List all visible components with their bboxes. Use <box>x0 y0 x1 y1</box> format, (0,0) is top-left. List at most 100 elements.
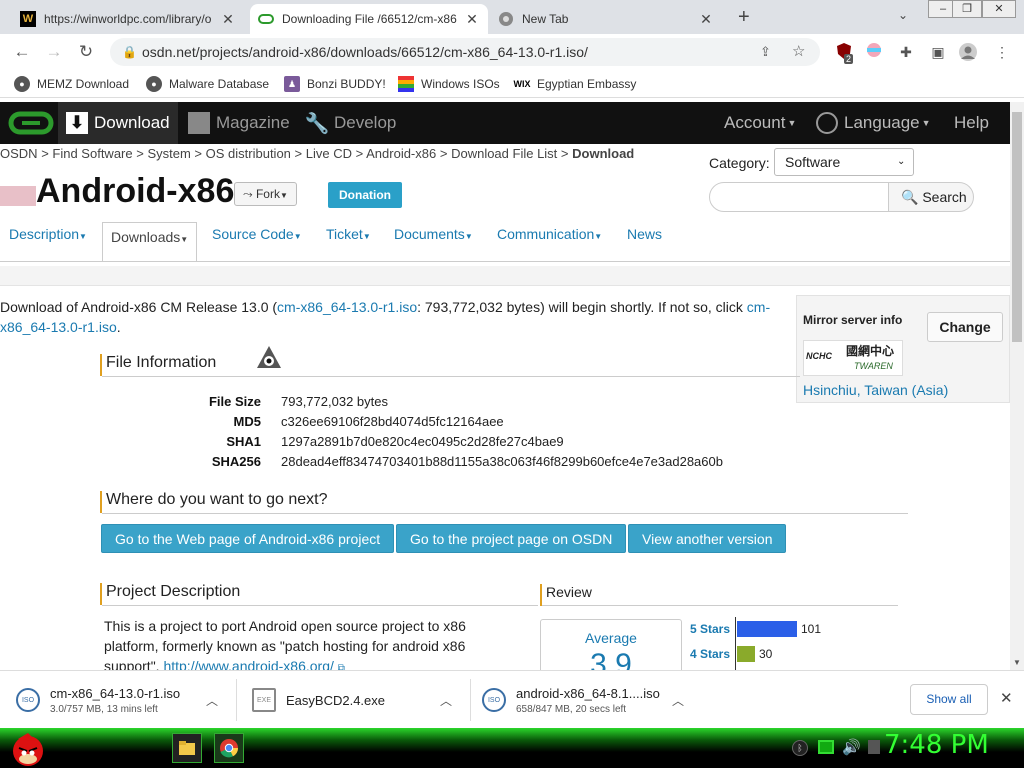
project-description: This is a project to port Android open s… <box>104 616 534 670</box>
close-icon[interactable]: ✕ <box>698 11 714 28</box>
file-link[interactable]: cm-x86_64-13.0-r1.iso <box>277 299 417 315</box>
tab-description[interactable]: Description▼ <box>9 226 87 242</box>
heading-text: Project Description <box>106 583 241 600</box>
new-tab-button[interactable]: + <box>738 6 750 29</box>
nav-account[interactable]: Account ▼ <box>724 102 796 144</box>
download-status: 658/847 MB, 20 secs left <box>516 703 627 715</box>
file-explorer-icon[interactable] <box>172 733 202 763</box>
lock-icon: 🔒 <box>122 45 137 59</box>
breadcrumb-item[interactable]: OSDN <box>0 146 38 161</box>
breadcrumb-item[interactable]: Find Software <box>52 146 132 161</box>
volume-icon[interactable]: 🔊 <box>842 738 861 756</box>
rating-label[interactable]: 5 Stars <box>690 622 730 636</box>
download-shelf: ISO cm-x86_64-13.0-r1.iso 3.0/757 MB, 13 … <box>0 670 1024 728</box>
bookmark-label: Bonzi BUDDY! <box>307 77 386 91</box>
page-scrollbar[interactable]: ▼ <box>1010 102 1024 670</box>
nav-develop[interactable]: 🔧 Develop <box>305 102 397 144</box>
change-mirror-button[interactable]: Change <box>927 312 1003 342</box>
forward-button[interactable]: → <box>42 40 66 64</box>
tab-documents[interactable]: Documents▼ <box>394 226 473 242</box>
goto-web-page-button[interactable]: Go to the Web page of Android-x86 projec… <box>101 524 395 553</box>
close-icon[interactable]: ✕ <box>220 11 236 28</box>
fork-button[interactable]: ⤳ Fork▼ <box>234 182 297 206</box>
rating-label[interactable]: 4 Stars <box>690 647 730 661</box>
tab-source-code[interactable]: Source Code▼ <box>212 226 302 242</box>
breadcrumb-item[interactable]: Live CD <box>306 146 352 161</box>
bookmark-label: Malware Database <box>169 77 270 91</box>
tray-icon[interactable]: ᛒ <box>792 740 808 756</box>
taskbar-clock[interactable]: 7:48 PM <box>884 730 989 760</box>
mirror-title: Mirror server info <box>803 313 903 327</box>
download-item[interactable]: EXE EasyBCD2.4.exe ︿ <box>252 671 462 729</box>
description-line: support". <box>104 658 160 670</box>
caret-down-icon: ▼ <box>921 118 931 128</box>
puzzle-icon[interactable]: ✚ <box>896 42 916 62</box>
chevron-up-icon[interactable]: ︿ <box>672 692 684 709</box>
file-info-heading: File Information <box>100 354 800 376</box>
chrome-taskbar-icon[interactable] <box>214 733 244 763</box>
tab-new[interactable]: New Tab ✕ <box>490 4 722 34</box>
nav-label: Magazine <box>216 113 290 132</box>
project-website-link[interactable]: http://www.android-x86.org/ <box>163 658 333 670</box>
menu-icon[interactable]: ⋮ <box>992 42 1012 62</box>
close-icon[interactable]: ✕ <box>464 11 480 28</box>
search-input[interactable] <box>709 182 889 212</box>
bookmark-item[interactable]: ● MEMZ Download <box>14 75 129 93</box>
back-button[interactable]: ← <box>10 40 34 64</box>
search-button[interactable]: 🔍 Search <box>888 182 974 212</box>
nav-language[interactable]: Language ▼ <box>816 102 931 144</box>
chevron-up-icon[interactable]: ︿ <box>440 692 452 709</box>
tab-winworld[interactable]: W https://winworldpc.com/library/o ✕ <box>12 4 244 34</box>
download-item[interactable]: ISO android-x86_64-8.1....iso 658/847 MB,… <box>482 671 692 729</box>
tab-label: Description <box>9 226 80 242</box>
side-panel-icon[interactable]: ▣ <box>928 42 948 62</box>
close-window-button[interactable]: ✕ <box>982 0 1016 18</box>
donation-button[interactable]: Donation <box>328 182 402 208</box>
osdn-logo[interactable] <box>8 102 54 144</box>
close-shelf-icon[interactable]: ✕ <box>1000 689 1013 707</box>
show-all-button[interactable]: Show all <box>910 684 988 715</box>
bookmark-item[interactable]: Windows ISOs <box>398 75 500 93</box>
tab-news[interactable]: News <box>627 226 662 242</box>
nav-download[interactable]: ⬇ Download <box>58 102 178 144</box>
scroll-down-icon[interactable]: ▼ <box>1013 658 1021 667</box>
bookmark-star-icon[interactable]: ☆ <box>792 38 805 66</box>
tab-downloads[interactable]: Downloads▼ <box>102 222 198 262</box>
mirror-location[interactable]: Hsinchiu, Taiwan (Asia) <box>803 382 948 398</box>
scroll-thumb[interactable] <box>1012 112 1022 342</box>
breadcrumb-item[interactable]: Android-x86 <box>366 146 436 161</box>
bookmark-item[interactable]: ● Malware Database <box>146 75 269 93</box>
notification-icon[interactable] <box>868 740 880 754</box>
breadcrumb-item[interactable]: Download File List <box>451 146 557 161</box>
profile-avatar[interactable] <box>958 42 978 62</box>
download-name: android-x86_64-8.1....iso <box>516 685 660 701</box>
goto-project-page-button[interactable]: Go to the project page on OSDN <box>396 524 627 553</box>
file-info-row: File Size 793,772,032 bytes <box>181 394 723 414</box>
nav-magazine[interactable]: Magazine <box>188 102 290 144</box>
tab-search-icon[interactable]: ⌄ <box>898 8 908 22</box>
view-another-version-button[interactable]: View another version <box>628 524 787 553</box>
maximize-button[interactable]: ❐ <box>952 0 982 18</box>
row-value: 1297a2891b7d0e820c4ec0495c2d28fe27c4bae9 <box>281 434 564 449</box>
address-bar[interactable]: 🔒 osdn.net/projects/android-x86/download… <box>110 38 820 66</box>
breadcrumb-sep: > <box>41 146 49 161</box>
bookmark-item[interactable]: WIX Egyptian Embassy <box>514 75 637 93</box>
breadcrumb-item[interactable]: OS distribution <box>206 146 291 161</box>
network-icon[interactable] <box>818 740 834 754</box>
nav-help[interactable]: Help <box>954 102 989 144</box>
tab-osdn[interactable]: Downloading File /66512/cm-x86 ✕ <box>250 4 488 34</box>
share-icon[interactable]: ⇪ <box>760 38 771 66</box>
tab-ticket[interactable]: Ticket▼ <box>326 226 371 242</box>
category-select[interactable]: Software ⌄ <box>774 148 914 176</box>
download-item[interactable]: ISO cm-x86_64-13.0-r1.iso 3.0/757 MB, 13 … <box>16 671 226 729</box>
breadcrumb-item[interactable]: System <box>147 146 190 161</box>
project-icon <box>0 186 36 206</box>
breadcrumb-current: Download <box>572 146 635 161</box>
reload-button[interactable]: ↻ <box>74 40 98 64</box>
extension-icon[interactable] <box>864 42 884 62</box>
chrome-icon <box>498 11 514 27</box>
start-button[interactable] <box>10 729 46 770</box>
tab-communication[interactable]: Communication▼ <box>497 226 602 242</box>
chevron-up-icon[interactable]: ︿ <box>206 692 218 709</box>
bookmark-item[interactable]: ♟ Bonzi BUDDY! <box>284 75 386 93</box>
